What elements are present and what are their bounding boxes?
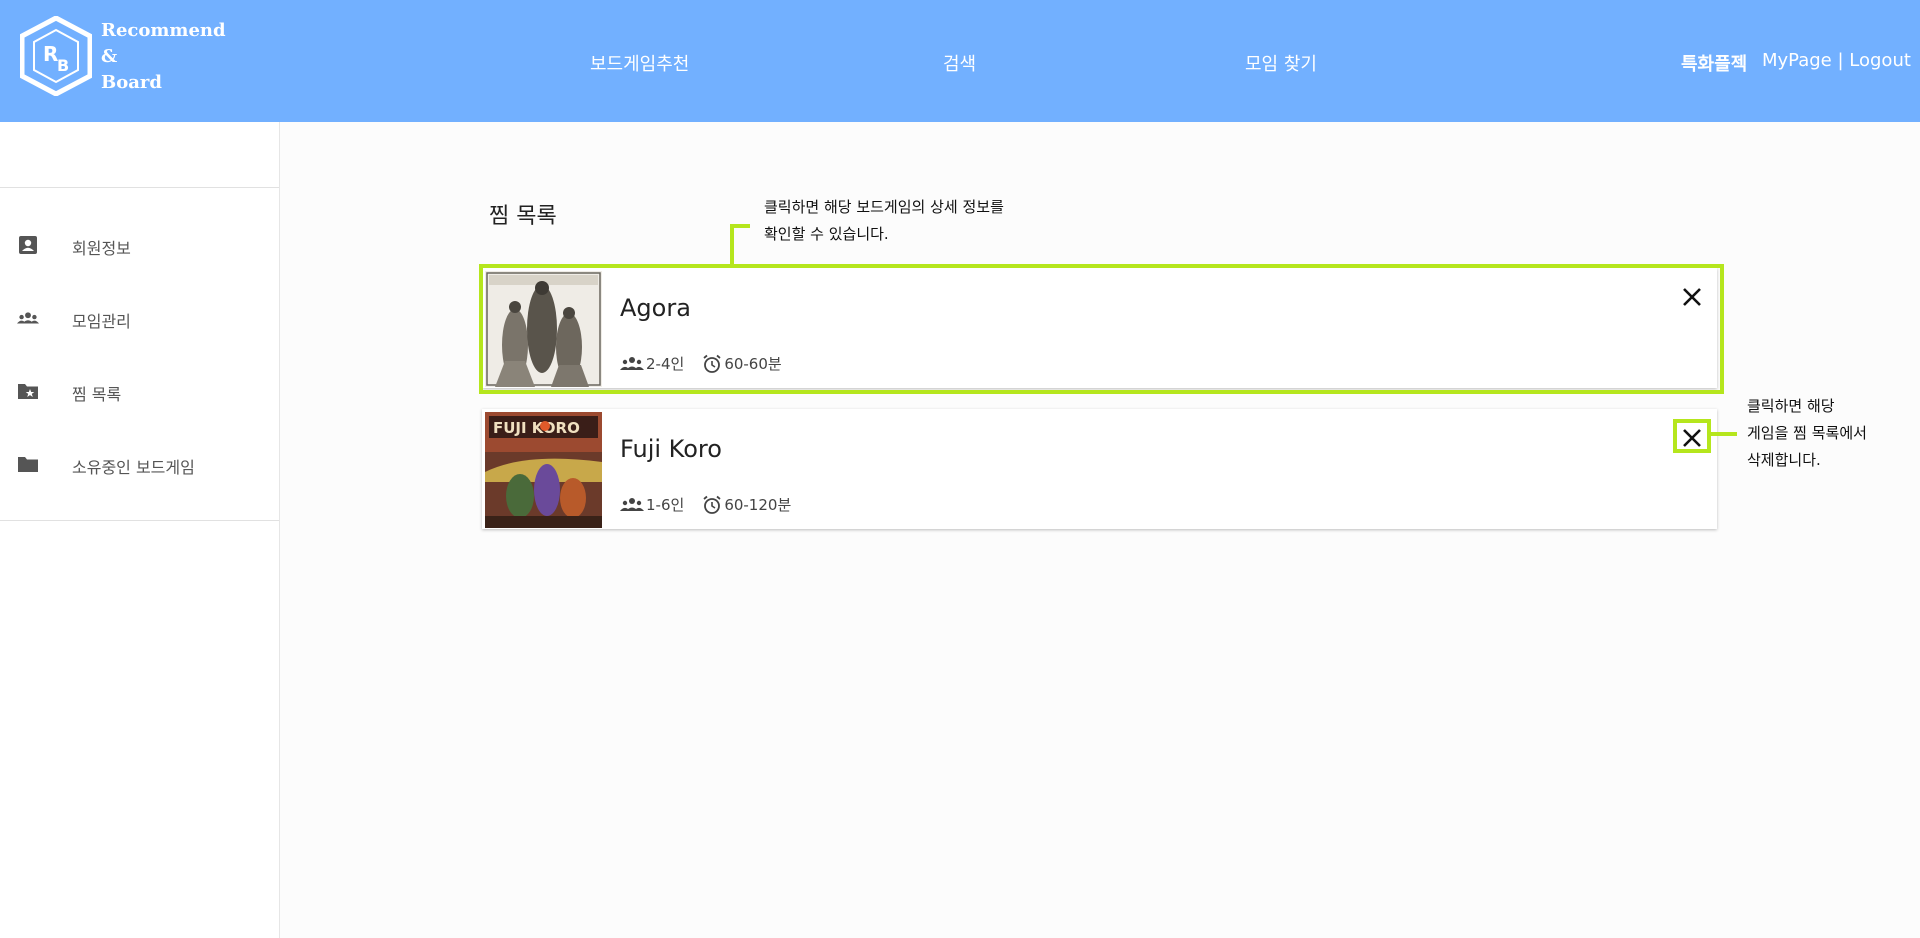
mypage-link[interactable]: MyPage <box>1762 50 1832 71</box>
remove-wishlist-fuji-koro-icon[interactable] <box>1679 425 1705 451</box>
card-note-line-1: 클릭하면 해당 보드게임의 상세 정보를 <box>764 198 1004 216</box>
card-callout-line-vertical <box>730 224 734 266</box>
remove-wishlist-agora-icon[interactable] <box>1679 284 1705 310</box>
alarm-clock-icon <box>703 354 721 373</box>
game-title: Fuji Koro <box>620 435 722 463</box>
nav-search[interactable]: 검색 <box>943 50 976 76</box>
special-project-link[interactable]: 특화플젝 <box>1681 50 1747 76</box>
game-meta: 1-6인 60-120분 <box>620 494 791 515</box>
svg-text:FUJI KORO: FUJI KORO <box>493 419 580 437</box>
game-players: 2-4인 <box>646 355 685 373</box>
nav-recommend[interactable]: 보드게임추천 <box>590 50 689 76</box>
card-note-line-2: 확인할 수 있습니다. <box>764 225 889 243</box>
game-thumbnail-fuji-koro: FUJI KORO <box>485 412 602 528</box>
sidebar-item-label: 찜 목록 <box>72 385 122 404</box>
person-card-icon <box>19 236 37 254</box>
nav-find-group[interactable]: 모임 찾기 <box>1245 50 1317 76</box>
game-card-fuji-koro[interactable]: FUJI KORO Fuji Koro 1-6인 60-120분 <box>482 409 1717 529</box>
logo-icon[interactable]: R B <box>20 16 92 96</box>
delete-click-note: 클릭하면 해당 게임을 찜 목록에서 삭제합니다. <box>1747 393 1867 474</box>
sidebar: 회원정보 모임관리 찜 목록 소유중인 보드게임 <box>0 122 280 938</box>
delete-note-line-3: 삭제합니다. <box>1747 451 1821 469</box>
delete-callout-line <box>1711 432 1737 436</box>
folder-star-icon <box>18 384 38 399</box>
sidebar-divider-bottom <box>0 520 279 521</box>
link-separator: | <box>1831 50 1850 71</box>
logo-line-3: Board <box>101 72 162 93</box>
game-time: 60-60분 <box>724 355 782 373</box>
card-click-note: 클릭하면 해당 보드게임의 상세 정보를 확인할 수 있습니다. <box>764 194 1004 248</box>
game-thumbnail-agora <box>485 271 602 387</box>
game-meta: 2-4인 60-60분 <box>620 353 782 374</box>
delete-note-line-1: 클릭하면 해당 <box>1747 397 1835 415</box>
card-callout-line-horizontal <box>730 224 750 228</box>
sidebar-item-label: 모임관리 <box>72 312 131 331</box>
sidebar-item-label: 회원정보 <box>72 239 131 258</box>
sidebar-divider-top <box>0 187 279 188</box>
sidebar-item-label: 소유중인 보드게임 <box>72 458 195 477</box>
delete-note-line-2: 게임을 찜 목록에서 <box>1747 424 1867 442</box>
sidebar-item-profile[interactable]: 회원정보 <box>0 221 279 269</box>
svg-text:B: B <box>57 56 69 75</box>
logo-text[interactable]: Recommend & Board <box>101 18 226 96</box>
group-icon <box>17 312 39 324</box>
alarm-clock-icon <box>703 495 721 514</box>
sidebar-item-owned-games[interactable]: 소유중인 보드게임 <box>0 440 279 488</box>
game-card-agora[interactable]: Agora 2-4인 60-60분 <box>482 268 1717 388</box>
players-icon <box>620 497 644 511</box>
logo-line-2: & <box>101 46 118 67</box>
logout-link[interactable]: Logout <box>1849 50 1911 71</box>
user-links: MyPage | Logout <box>1762 50 1911 71</box>
logo-line-1: Recommend <box>101 20 226 41</box>
top-header: R B Recommend & Board 보드게임추천 검색 모임 찾기 특화… <box>0 0 1920 122</box>
game-players: 1-6인 <box>646 496 685 514</box>
page-title: 찜 목록 <box>489 204 557 229</box>
folder-icon <box>18 457 38 472</box>
sidebar-item-wishlist[interactable]: 찜 목록 <box>0 367 279 415</box>
game-time: 60-120분 <box>724 496 792 514</box>
players-icon <box>620 356 644 370</box>
game-title: Agora <box>620 294 691 322</box>
sidebar-item-groups[interactable]: 모임관리 <box>0 294 279 342</box>
